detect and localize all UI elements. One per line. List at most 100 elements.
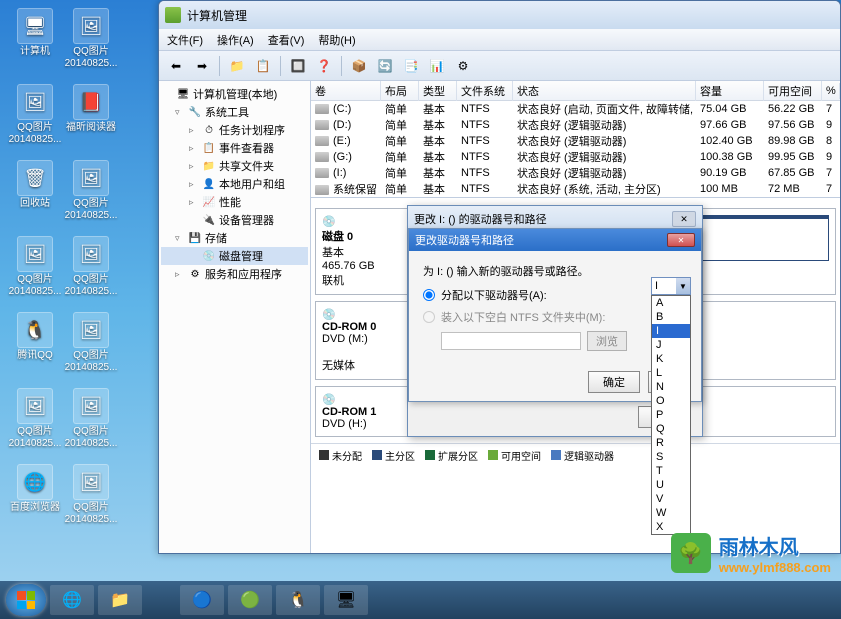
tb-btn-4[interactable]: ❓ xyxy=(313,55,335,77)
desktop-icon[interactable]: 🖼QQ图片20140825... xyxy=(64,236,118,298)
col-capacity[interactable]: 容量 xyxy=(696,81,764,101)
tree-disk-management[interactable]: 💿磁盘管理 xyxy=(161,247,308,265)
col-fs[interactable]: 文件系统 xyxy=(457,81,513,101)
dropdown-option[interactable]: I xyxy=(652,324,690,338)
desktop-icon[interactable]: 🖼QQ图片20140825... xyxy=(64,464,118,526)
volume-row[interactable]: 系统保留简单基本NTFS状态良好 (系统, 活动, 主分区)100 MB72 M… xyxy=(311,181,840,197)
menu-file[interactable]: 文件(F) xyxy=(167,32,203,48)
tb-btn-5[interactable]: 📦 xyxy=(348,55,370,77)
dropdown-option[interactable]: K xyxy=(652,352,690,366)
taskbar-app-1[interactable]: 🔵 xyxy=(180,585,224,615)
mount-folder-option[interactable]: 装入以下空白 NTFS 文件夹中(M): xyxy=(423,309,687,325)
volume-row[interactable]: (D:)简单基本NTFS状态良好 (逻辑驱动器)97.66 GB97.56 GB… xyxy=(311,117,840,133)
desktop-icon[interactable]: 🖼QQ图片20140825... xyxy=(64,8,118,70)
volume-row[interactable]: (I:)简单基本NTFS状态良好 (逻辑驱动器)90.19 GB67.85 GB… xyxy=(311,165,840,181)
dropdown-option[interactable]: W xyxy=(652,506,690,520)
dropdown-option[interactable]: O xyxy=(652,394,690,408)
outer-dialog-close-button[interactable]: ✕ xyxy=(672,211,696,227)
dropdown-option[interactable]: S xyxy=(652,450,690,464)
dropdown-option[interactable]: N xyxy=(652,380,690,394)
taskbar-app-2[interactable]: 🟢 xyxy=(228,585,272,615)
inner-dialog-close-button[interactable]: ✕ xyxy=(667,233,695,247)
combo-dropdown-button[interactable]: ▼ xyxy=(676,278,690,294)
dropdown-option[interactable]: R xyxy=(652,436,690,450)
desktop-icon[interactable]: 🐧腾讯QQ xyxy=(8,312,62,362)
assign-letter-radio[interactable] xyxy=(423,289,435,301)
volume-row[interactable]: (G:)简单基本NTFS状态良好 (逻辑驱动器)100.38 GB99.95 G… xyxy=(311,149,840,165)
taskbar-app-4[interactable]: 🖥 xyxy=(324,585,368,615)
col-layout[interactable]: 布局 xyxy=(381,81,419,101)
toolbar: ⬅ ➡ 📁 📋 🔲 ❓ 📦 🔄 📑 📊 ⚙ xyxy=(159,51,840,81)
tree-device-manager[interactable]: 🔌设备管理器 xyxy=(161,211,308,229)
taskbar-explorer[interactable]: 📁 xyxy=(98,585,142,615)
tb-btn-6[interactable]: 🔄 xyxy=(374,55,396,77)
tree-system-tools[interactable]: ▿🔧系统工具 xyxy=(161,103,308,121)
desktop-icon-glyph: 📕 xyxy=(73,84,109,120)
dropdown-option[interactable]: T xyxy=(652,464,690,478)
tree-performance[interactable]: ▹📈性能 xyxy=(161,193,308,211)
col-free[interactable]: 可用空间 xyxy=(764,81,822,101)
desktop-icon-label: 回收站 xyxy=(7,198,63,210)
dropdown-option[interactable]: V xyxy=(652,492,690,506)
tb-btn-2[interactable]: 📋 xyxy=(252,55,274,77)
tree-storage[interactable]: ▿💾存储 xyxy=(161,229,308,247)
menu-action[interactable]: 操作(A) xyxy=(217,32,254,48)
menu-view[interactable]: 查看(V) xyxy=(268,32,305,48)
assign-letter-option[interactable]: 分配以下驱动器号(A): xyxy=(423,287,687,303)
desktop-icon[interactable]: 📕福昕阅读器 xyxy=(64,84,118,134)
dropdown-option[interactable]: B xyxy=(652,310,690,324)
volume-row[interactable]: (C:)简单基本NTFS状态良好 (启动, 页面文件, 故障转储, 主分区)75… xyxy=(311,101,840,117)
mount-path-input xyxy=(441,332,581,350)
tree-local-users[interactable]: ▹👤本地用户和组 xyxy=(161,175,308,193)
taskbar-app-3[interactable]: 🐧 xyxy=(276,585,320,615)
col-pct[interactable]: % xyxy=(822,83,840,99)
desktop-icon[interactable]: 🖼QQ图片20140825... xyxy=(64,312,118,374)
dropdown-option[interactable]: Q xyxy=(652,422,690,436)
tree-shared-folders[interactable]: ▹📁共享文件夹 xyxy=(161,157,308,175)
tree-task-scheduler[interactable]: ▹⏱任务计划程序 xyxy=(161,121,308,139)
desktop-icon-label: QQ图片20140825... xyxy=(63,46,119,70)
tb-btn-9[interactable]: ⚙ xyxy=(452,55,474,77)
tb-btn-3[interactable]: 🔲 xyxy=(287,55,309,77)
dropdown-option[interactable]: U xyxy=(652,478,690,492)
desktop-icon-glyph: 🖼 xyxy=(73,388,109,424)
dropdown-option[interactable]: P xyxy=(652,408,690,422)
col-status[interactable]: 状态 xyxy=(513,81,696,101)
start-button[interactable] xyxy=(6,584,46,616)
tree-root[interactable]: 🖥计算机管理(本地) xyxy=(161,85,308,103)
desktop-icon[interactable]: 🖼QQ图片20140825... xyxy=(64,388,118,450)
desktop-icon-glyph: 🖼 xyxy=(73,464,109,500)
desktop-icon[interactable]: 🖼QQ图片20140825... xyxy=(64,160,118,222)
window-titlebar[interactable]: 计算机管理 xyxy=(159,1,840,29)
dropdown-option[interactable]: L xyxy=(652,366,690,380)
menu-help[interactable]: 帮助(H) xyxy=(318,32,355,48)
nav-back-button[interactable]: ⬅ xyxy=(165,55,187,77)
nav-fwd-button[interactable]: ➡ xyxy=(191,55,213,77)
desktop-icon[interactable]: 🖥计算机 xyxy=(8,8,62,58)
desktop-icon[interactable]: 🗑回收站 xyxy=(8,160,62,210)
mount-folder-radio[interactable] xyxy=(423,311,435,323)
nav-tree: 🖥计算机管理(本地) ▿🔧系统工具 ▹⏱任务计划程序 ▹📋事件查看器 ▹📁共享文… xyxy=(159,81,311,553)
taskbar-ie[interactable]: 🌐 xyxy=(50,585,94,615)
desktop-icon[interactable]: 🖼QQ图片20140825... xyxy=(8,388,62,450)
tree-services[interactable]: ▹⚙服务和应用程序 xyxy=(161,265,308,283)
col-type[interactable]: 类型 xyxy=(419,81,457,101)
desktop-icon[interactable]: 🖼QQ图片20140825... xyxy=(8,84,62,146)
volume-row[interactable]: (E:)简单基本NTFS状态良好 (逻辑驱动器)102.40 GB89.98 G… xyxy=(311,133,840,149)
desktop-icon[interactable]: 🌐百度浏览器 xyxy=(8,464,62,514)
tb-btn-8[interactable]: 📊 xyxy=(426,55,448,77)
desktop-icon[interactable]: 🖼QQ图片20140825... xyxy=(8,236,62,298)
drive-letter-dropdown[interactable]: ABIJKLNOPQRSTUVWXYZ xyxy=(651,295,691,535)
inner-dialog-titlebar[interactable]: 更改驱动器号和路径 ✕ xyxy=(409,229,701,251)
dropdown-option[interactable]: J xyxy=(652,338,690,352)
desktop-icon-label: QQ图片20140825... xyxy=(63,350,119,374)
dropdown-option[interactable]: A xyxy=(652,296,690,310)
menubar: 文件(F) 操作(A) 查看(V) 帮助(H) xyxy=(159,29,840,51)
desktop-icon-glyph: 🖼 xyxy=(73,8,109,44)
tree-event-viewer[interactable]: ▹📋事件查看器 xyxy=(161,139,308,157)
tb-btn-1[interactable]: 📁 xyxy=(226,55,248,77)
drive-letter-combo[interactable]: I ▼ xyxy=(651,277,691,295)
inner-ok-button[interactable]: 确定 xyxy=(588,371,640,393)
col-volume[interactable]: 卷 xyxy=(311,81,381,101)
tb-btn-7[interactable]: 📑 xyxy=(400,55,422,77)
